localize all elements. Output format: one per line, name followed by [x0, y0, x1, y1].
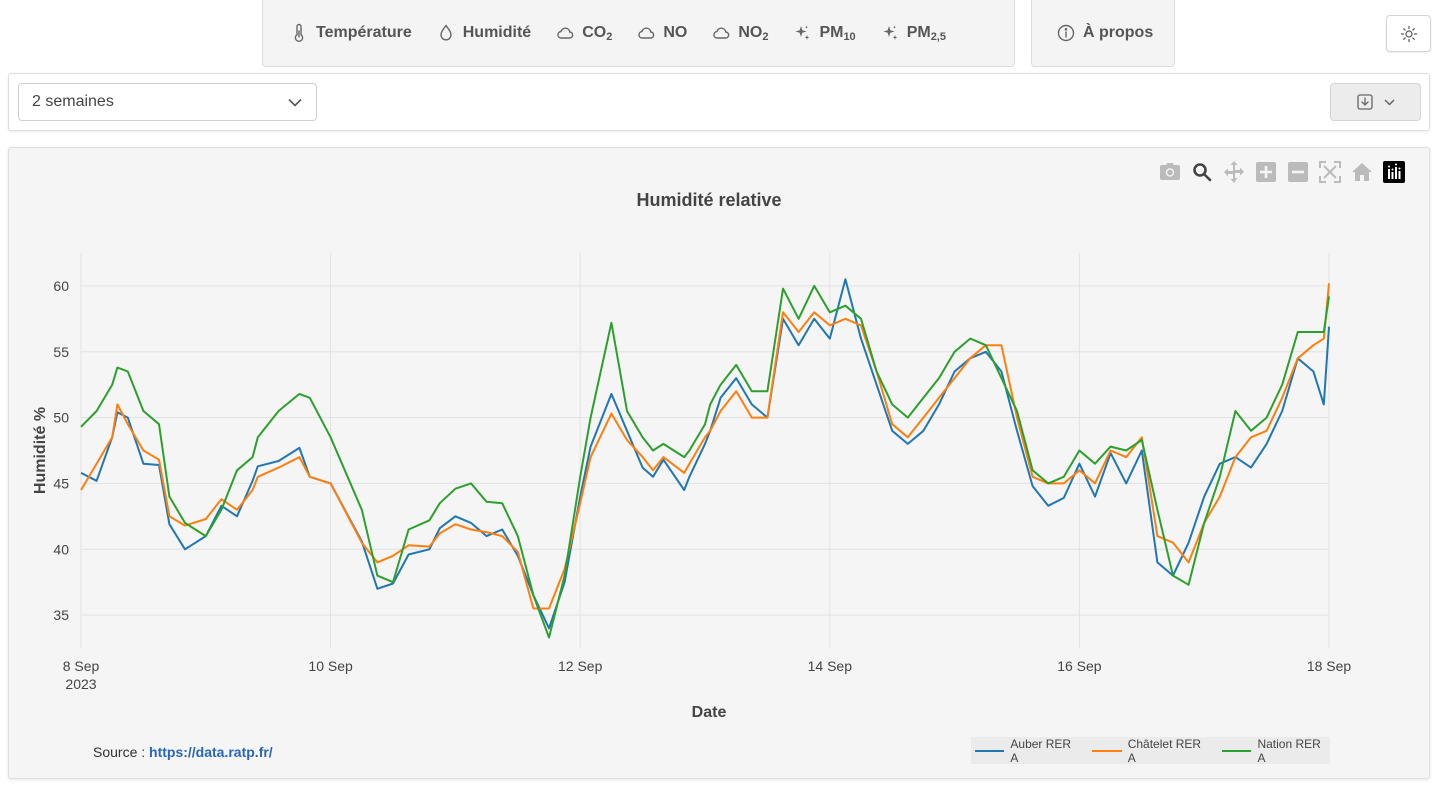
chart-modebar	[1159, 161, 1405, 183]
tab-about-label: À propos	[1083, 24, 1154, 41]
legend-label: Nation RER A	[1257, 736, 1321, 765]
legend-item-auber[interactable]: Auber RER A	[975, 737, 1080, 765]
humidity-chart[interactable]: 8 Sep 2023 10 Sep 12 Sep 14 Sep 16 Sep 18 Sep 3…	[9, 148, 1429, 778]
plotly-logo-icon[interactable]	[1383, 161, 1405, 183]
chart-title: Humidité relative	[636, 190, 781, 210]
droplet-icon	[440, 24, 452, 41]
sparkle-icon	[883, 25, 898, 40]
tab-humidity[interactable]: Humidité	[424, 11, 543, 55]
y-tick-label: 60	[53, 278, 69, 294]
about-group: À propos	[1031, 0, 1175, 67]
chart-legend: Auber RER A Châtelet RER A Nation RER A	[971, 737, 1330, 765]
series-line-nation	[80, 284, 1330, 639]
zoom-out-icon[interactable]	[1287, 161, 1309, 183]
tab-no-label: NO	[663, 24, 688, 41]
legend-item-nation[interactable]: Nation RER A	[1222, 737, 1330, 765]
x-axis-title: Date	[692, 704, 727, 721]
series-line-auber	[80, 278, 1330, 630]
x-tick-label: 16 Sep	[1057, 658, 1102, 674]
legend-label: Châtelet RER A	[1127, 736, 1202, 765]
tab-no2[interactable]: NO2	[699, 11, 780, 55]
info-icon	[1057, 24, 1075, 42]
y-tick-label: 40	[53, 541, 69, 557]
x-tick-label: 12 Sep	[558, 658, 603, 674]
x-tick-label: 10 Sep	[308, 658, 353, 674]
y-tick-label: 55	[53, 344, 69, 360]
y-tick-label: 35	[53, 607, 69, 623]
tab-temperature[interactable]: Température	[277, 11, 424, 55]
tab-pm25[interactable]: PM2,5	[868, 11, 958, 55]
zoom-in-icon[interactable]	[1255, 161, 1277, 183]
reset-axes-icon[interactable]	[1351, 161, 1373, 183]
legend-swatch	[1092, 749, 1122, 752]
tab-no2-label: NO2	[738, 23, 769, 43]
tab-about[interactable]: À propos	[1044, 11, 1165, 55]
thermometer-icon	[294, 23, 304, 42]
legend-swatch	[1222, 749, 1252, 752]
legend-item-chatelet[interactable]: Châtelet RER A	[1092, 737, 1210, 765]
cloud-icon	[557, 27, 574, 39]
tab-pm25-label: PM2,5	[906, 23, 946, 43]
period-select[interactable]: 2 semaines	[18, 83, 317, 121]
cloud-icon	[713, 27, 730, 39]
tab-co2[interactable]: CO2	[543, 11, 624, 55]
sparkle-icon	[795, 25, 810, 40]
tab-temperature-label: Température	[316, 24, 412, 41]
autoscale-icon[interactable]	[1319, 161, 1341, 183]
controls-bar: 2 semaines	[8, 73, 1430, 131]
period-select-value: 2 semaines	[32, 93, 114, 110]
download-button[interactable]	[1330, 83, 1421, 121]
x-tick-label: 14 Sep	[808, 658, 853, 674]
tab-humidity-label: Humidité	[462, 24, 532, 41]
x-tick-label-year: 2023	[65, 676, 96, 692]
pollutant-tabs: Température Humidité CO2 NO NO2 PM10 PM2…	[262, 0, 1015, 67]
legend-swatch	[975, 749, 1005, 752]
tab-co2-label: CO2	[582, 23, 613, 43]
theme-toggle-button[interactable]	[1386, 15, 1431, 52]
tab-no[interactable]: NO	[624, 11, 699, 55]
source-prefix: Source :	[93, 744, 150, 760]
tab-pm10-label: PM10	[819, 23, 856, 43]
y-tick-label: 50	[53, 410, 69, 426]
sun-icon	[1400, 25, 1417, 42]
chevron-down-icon	[288, 98, 302, 107]
download-icon	[1357, 94, 1373, 110]
camera-icon[interactable]	[1159, 161, 1181, 183]
source-link[interactable]: https://data.ratp.fr/	[149, 744, 273, 760]
chevron-down-icon	[1384, 98, 1395, 106]
zoom-icon[interactable]	[1191, 161, 1213, 183]
x-tick-label: 8 Sep	[63, 658, 100, 674]
legend-label: Auber RER A	[1010, 736, 1072, 765]
tab-pm10[interactable]: PM10	[780, 11, 867, 55]
chart-panel: 8 Sep 2023 10 Sep 12 Sep 14 Sep 16 Sep 18 Sep 3…	[8, 147, 1430, 779]
source-note: Source : https://data.ratp.fr/	[93, 744, 273, 760]
y-axis-title: Humidité %	[32, 407, 49, 494]
cloud-icon	[638, 27, 655, 39]
x-tick-label: 18 Sep	[1307, 658, 1352, 674]
pan-icon[interactable]	[1223, 161, 1245, 183]
y-tick-label: 45	[53, 475, 69, 491]
